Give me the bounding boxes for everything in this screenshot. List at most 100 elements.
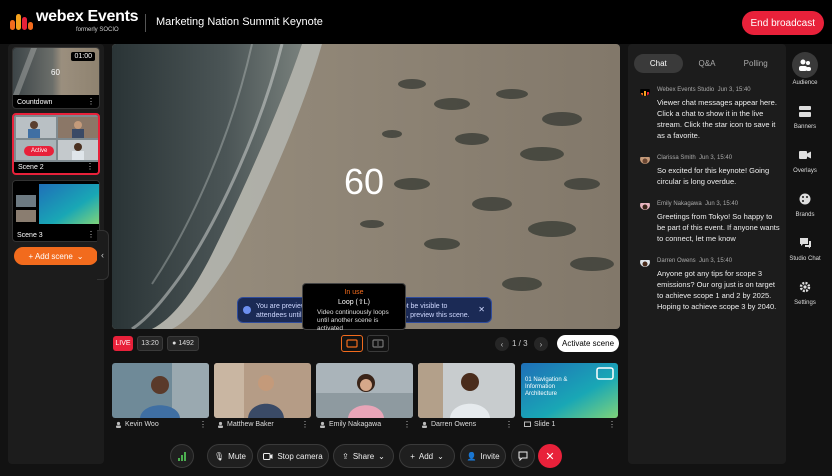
overlays-icon — [794, 144, 816, 166]
rail-item-studio-chat[interactable]: Studio Chat — [787, 232, 823, 262]
rail-label: Audience — [792, 80, 818, 86]
participant-icon — [116, 421, 121, 428]
webex-events-logo: webex Events formerly SOCIO — [10, 9, 139, 33]
more-options-icon[interactable]: ⋮ — [199, 420, 207, 429]
stop-camera-button[interactable]: Stop camera — [257, 444, 329, 468]
avatar — [640, 200, 650, 210]
event-title: Marketing Nation Summit Keynote — [156, 16, 323, 28]
scene-card-scene-2[interactable]: Active Scene 2 ⋮ — [12, 113, 100, 175]
webex-avatar-icon — [640, 86, 650, 96]
source-name: Darren Owens — [431, 421, 477, 428]
scene-label: Scene 2 — [18, 164, 44, 171]
rail-label: Banners — [793, 124, 817, 130]
rail-item-audience[interactable]: Audience — [787, 52, 823, 86]
source-emily-nakagawa[interactable]: Emily Nakagawa ⋮ — [316, 363, 413, 430]
chat-text: Anyone got any tips for scope 3 emission… — [657, 269, 777, 311]
source-matthew-baker[interactable]: Matthew Baker ⋮ — [214, 363, 311, 430]
tab-chat[interactable]: Chat — [634, 54, 683, 73]
app-root: webex Events formerly SOCIO Marketing Na… — [0, 0, 832, 476]
more-options-icon[interactable]: ⋮ — [86, 162, 94, 171]
viewer-count-value: 1492 — [178, 340, 194, 347]
previous-page-icon[interactable]: ‹ — [495, 337, 509, 351]
slide-icon — [524, 421, 531, 427]
source-darren-owens[interactable]: Darren Owens ⋮ — [418, 363, 515, 430]
scene-timer: 01:00 — [71, 52, 95, 61]
more-options-icon[interactable]: ⋮ — [87, 230, 95, 239]
invite-label: Invite — [480, 451, 500, 461]
play-once-button[interactable] — [367, 335, 389, 352]
scene-card-countdown[interactable]: 01:00 60 Countdown ⋮ — [12, 47, 100, 109]
rail-label: Brands — [795, 212, 815, 218]
banners-icon — [794, 100, 816, 122]
share-button[interactable]: ⇪ Share ⌄ — [333, 444, 394, 468]
header-divider — [145, 14, 146, 32]
audience-icon — [792, 52, 818, 78]
header: webex Events formerly SOCIO Marketing Na… — [0, 0, 832, 44]
end-broadcast-button[interactable]: End broadcast — [741, 11, 824, 35]
info-icon — [243, 306, 251, 314]
chat-bubble-icon — [518, 451, 528, 461]
more-options-icon[interactable]: ⋮ — [403, 420, 411, 429]
chat-message[interactable]: Clarissa Smith Jun 3, 15:40 So excited f… — [640, 154, 782, 194]
participant-video — [316, 363, 413, 418]
rail-item-brands[interactable]: Brands — [787, 188, 823, 218]
rail-label: Settings — [794, 300, 816, 306]
rail-item-overlays[interactable]: Overlays — [787, 144, 823, 174]
participant-icon — [218, 421, 223, 428]
tooltip-status: In use — [344, 289, 364, 296]
chat-time: Jun 3, 15:40 — [705, 201, 739, 207]
scene-label: Countdown — [17, 99, 53, 106]
chevron-down-icon: ⌄ — [378, 451, 385, 461]
invite-button[interactable]: 👤 Invite — [460, 444, 506, 468]
scene-card-scene-3[interactable]: Scene 3 ⋮ — [12, 180, 100, 242]
more-options-icon[interactable]: ⋮ — [608, 420, 616, 429]
microphone-icon: 🎙 — [214, 451, 225, 461]
loop-video-button[interactable] — [341, 335, 363, 352]
more-options-icon[interactable]: ⋮ — [87, 97, 95, 106]
chat-author: Webex Events Studio — [657, 87, 715, 93]
slide-thumbnail: 01 Navigation & Information Architecture — [521, 363, 618, 418]
brand-subtitle: formerly SOCIO — [76, 27, 119, 33]
next-page-icon[interactable]: › — [534, 337, 548, 351]
add-scene-button[interactable]: + Add scene ⌄ — [14, 247, 98, 265]
chat-time: Jun 3, 15:40 — [717, 87, 751, 93]
broadcast-duration: 13:20 — [137, 336, 163, 351]
activate-scene-button[interactable]: Activate scene — [557, 335, 619, 352]
source-name: Kevin Woo — [125, 421, 159, 428]
add-button[interactable]: + Add ⌄ — [399, 444, 455, 468]
scene-label: Scene 3 — [17, 232, 43, 239]
rail-item-banners[interactable]: Banners — [787, 100, 823, 130]
tab-polling[interactable]: Polling — [731, 54, 780, 73]
chat-message[interactable]: Webex Events Studio Jun 3, 15:40 Viewer … — [640, 86, 782, 142]
chat-time: Jun 3, 15:40 — [699, 155, 733, 161]
collapse-panel-handle[interactable]: ‹ — [97, 230, 109, 280]
rail-label: Overlays — [793, 168, 817, 174]
close-icon: ✕ — [545, 450, 555, 463]
eye-icon: ● — [172, 340, 177, 347]
chat-meta: Clarissa Smith Jun 3, 15:40 — [657, 155, 732, 161]
tooltip-description: Video continuously loops until another s… — [317, 309, 389, 332]
source-slide-1[interactable]: 01 Navigation & Information Architecture… — [521, 363, 618, 430]
source-name: Slide 1 — [534, 421, 556, 428]
add-label: Add — [418, 451, 434, 461]
audio-level-button[interactable] — [170, 444, 194, 468]
source-name: Matthew Baker — [227, 421, 274, 428]
leave-session-button[interactable]: ✕ — [538, 444, 562, 468]
tab-qa[interactable]: Q&A — [683, 54, 732, 73]
chat-text: Greetings from Tokyo! So happy to be par… — [657, 212, 780, 243]
more-options-icon[interactable]: ⋮ — [505, 420, 513, 429]
chat-message[interactable]: Darren Owens Jun 3, 15:40 Anyone got any… — [640, 257, 782, 317]
chat-bubble-button[interactable] — [511, 444, 535, 468]
rail-item-settings[interactable]: Settings — [787, 276, 823, 306]
source-kevin-woo[interactable]: Kevin Woo ⋮ — [112, 363, 209, 430]
chat-message[interactable]: Emily Nakagawa Jun 3, 15:40 Greetings fr… — [640, 200, 782, 250]
palette-icon — [794, 188, 816, 210]
avatar — [640, 154, 650, 164]
chat-text: Viewer chat messages appear here. Click … — [657, 98, 777, 140]
more-options-icon[interactable]: ⋮ — [301, 420, 309, 429]
camera-icon — [263, 452, 273, 460]
mute-button[interactable]: 🎙 Mute — [207, 444, 253, 468]
close-icon[interactable]: ✕ — [478, 305, 485, 314]
rail-label: Studio Chat — [789, 256, 821, 262]
studio-chat-icon — [794, 232, 816, 254]
